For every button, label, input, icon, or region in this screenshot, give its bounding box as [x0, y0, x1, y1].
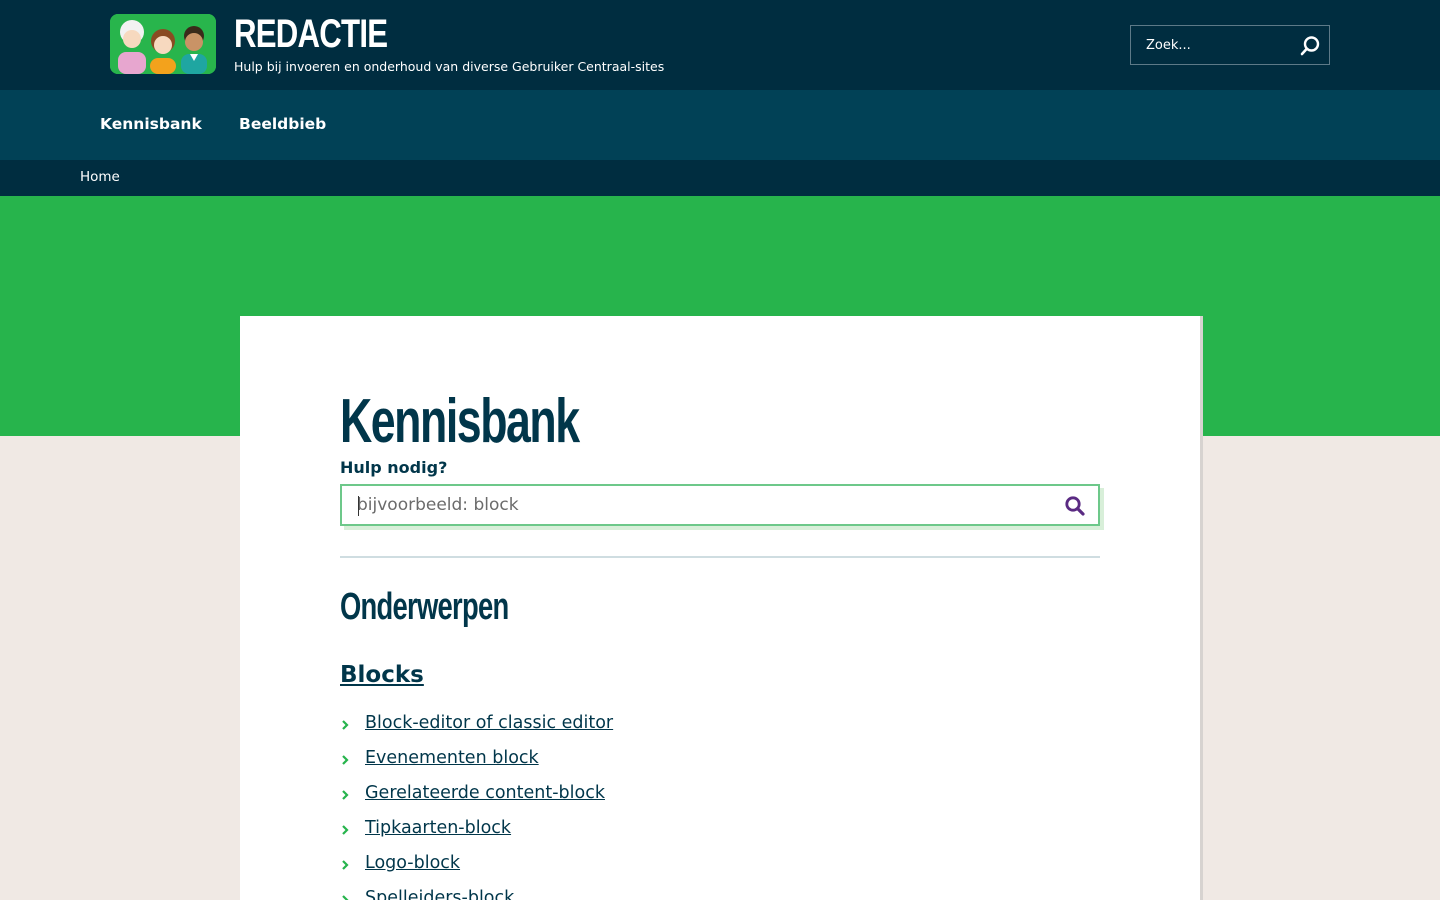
content-card: Kennisbank Hulp nodig? Onderwerpen Block… — [240, 316, 1200, 900]
header-search-button[interactable] — [1299, 35, 1321, 57]
kennisbank-search-input[interactable] — [342, 486, 1042, 524]
section-divider — [340, 556, 1100, 558]
header-search — [1130, 25, 1330, 65]
list-item: Block-editor of classic editor — [340, 713, 613, 748]
breadcrumb: Home — [0, 160, 1440, 196]
topic-link[interactable]: Block-editor of classic editor — [365, 713, 613, 733]
topic-link[interactable]: Tipkaarten-block — [365, 818, 511, 838]
site-tagline: Hulp bij invoeren en onderhoud van diver… — [234, 59, 665, 74]
list-item: Spelleiders-block — [340, 888, 613, 900]
site-title[interactable]: REDACTIE — [234, 12, 388, 57]
nav-item-beeldbieb[interactable]: Beeldbieb — [239, 115, 326, 133]
kennisbank-search-button[interactable] — [1064, 495, 1086, 517]
list-item: Logo-block — [340, 853, 613, 888]
chevron-right-icon — [342, 790, 349, 800]
list-item: Evenementen block — [340, 748, 613, 783]
page-title: Kennisbank — [340, 387, 580, 456]
main-navigation: Kennisbank Beeldbieb — [0, 90, 1440, 160]
topic-list: Block-editor of classic editor Evenement… — [340, 713, 613, 900]
site-logo[interactable] — [110, 14, 216, 74]
people-illustration-icon — [110, 14, 216, 74]
header-search-input[interactable] — [1131, 26, 1291, 64]
chevron-right-icon — [342, 895, 349, 900]
text-cursor — [358, 496, 359, 516]
list-item: Gerelateerde content-block — [340, 783, 613, 818]
site-header: REDACTIE Hulp bij invoeren en onderhoud … — [0, 0, 1440, 90]
chevron-right-icon — [342, 755, 349, 765]
topic-link[interactable]: Logo-block — [365, 853, 460, 873]
list-item: Tipkaarten-block — [340, 818, 613, 853]
section-title-onderwerpen: Onderwerpen — [340, 586, 509, 628]
topic-link[interactable]: Evenementen block — [365, 748, 539, 768]
kennisbank-search — [340, 484, 1100, 526]
topic-link[interactable]: Spelleiders-block — [365, 888, 514, 900]
category-link-blocks[interactable]: Blocks — [340, 662, 424, 688]
help-label: Hulp nodig? — [340, 458, 448, 477]
chevron-right-icon — [342, 860, 349, 870]
chevron-right-icon — [342, 720, 349, 730]
topic-link[interactable]: Gerelateerde content-block — [365, 783, 605, 803]
search-icon — [1300, 36, 1320, 56]
search-icon — [1065, 496, 1085, 516]
breadcrumb-home-link[interactable]: Home — [80, 169, 120, 185]
chevron-right-icon — [342, 825, 349, 835]
nav-item-kennisbank[interactable]: Kennisbank — [100, 115, 202, 133]
